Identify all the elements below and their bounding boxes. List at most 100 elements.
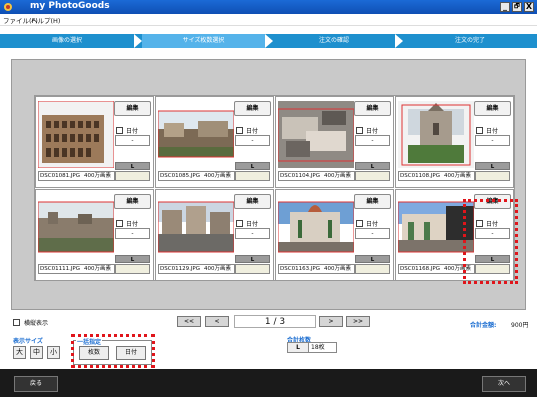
date-checkbox[interactable] xyxy=(116,220,123,227)
edit-button[interactable]: 編集 xyxy=(114,101,151,116)
print-size-badge: L xyxy=(475,255,510,263)
step-complete: 注文の完了 xyxy=(454,37,485,44)
size-medium-button[interactable]: 中 xyxy=(30,346,43,359)
date-label: 日付 xyxy=(366,221,379,228)
date-dropdown[interactable]: - xyxy=(475,135,510,146)
date-checkbox[interactable] xyxy=(476,220,483,227)
date-dropdown[interactable]: - xyxy=(355,228,390,239)
next-page-button[interactable]: > xyxy=(319,316,343,327)
date-checkbox[interactable] xyxy=(236,127,243,134)
progress-steps: 画像の選択 サイズ枚数選択 注文の確認 注文の完了 xyxy=(0,34,537,48)
total-price-value: 900円 xyxy=(511,322,529,329)
resolution-field: 400万画素 xyxy=(321,171,355,181)
photo-thumbnail[interactable] xyxy=(38,194,114,261)
step-select-images: 画像の選択 xyxy=(51,37,82,44)
print-size-badge: L xyxy=(235,255,270,263)
total-price-label: 合計金額: xyxy=(470,322,497,329)
resolution-field: 400万画素 xyxy=(441,171,475,181)
resolution-field: 400万画素 xyxy=(201,171,235,181)
photo-thumbnail[interactable] xyxy=(38,101,114,168)
step-select-size: サイズ枚数選択 xyxy=(142,34,265,48)
close-button[interactable]: X xyxy=(524,2,534,12)
minimize-button[interactable]: _ xyxy=(500,2,510,12)
photo-thumbnail[interactable] xyxy=(158,194,234,261)
size-large-button[interactable]: 大 xyxy=(13,346,26,359)
date-dropdown[interactable]: - xyxy=(115,228,150,239)
date-checkbox[interactable] xyxy=(116,127,123,134)
date-label: 日付 xyxy=(486,128,499,135)
quantity-field[interactable] xyxy=(475,264,510,274)
edit-button[interactable]: 編集 xyxy=(354,101,391,116)
date-label: 日付 xyxy=(366,128,379,135)
date-dropdown[interactable]: - xyxy=(235,135,270,146)
resolution-field: 400万画素 xyxy=(201,264,235,274)
window-title: my PhotoGoods xyxy=(30,1,110,11)
date-checkbox[interactable] xyxy=(236,220,243,227)
photo-cell: 編集 日付 - L DSC01168.JPG 400万画素 xyxy=(395,189,514,281)
size-small-button[interactable]: 小 xyxy=(47,346,60,359)
photo-cell: 編集 日付 - L DSC01085.JPG 400万画素 xyxy=(155,96,274,188)
quantity-field[interactable] xyxy=(355,264,390,274)
edit-button[interactable]: 編集 xyxy=(234,194,271,209)
photo-grid: 編集 日付 - L DSC01081.JPG 400万画素 編集 日付 - L DSC01085.… xyxy=(34,95,515,281)
edit-button[interactable]: 編集 xyxy=(354,194,391,209)
date-label: 日付 xyxy=(126,221,139,228)
maximize-button[interactable]: 🗗 xyxy=(512,2,522,12)
date-checkbox[interactable] xyxy=(476,127,483,134)
menu-help[interactable]: ヘルプ(H) xyxy=(31,15,60,25)
date-checkbox[interactable] xyxy=(356,127,363,134)
date-label: 日付 xyxy=(126,128,139,135)
date-checkbox[interactable] xyxy=(356,220,363,227)
print-size-badge: L xyxy=(115,255,150,263)
step-confirm: 注文の確認 xyxy=(318,37,349,44)
next-button[interactable]: 次へ xyxy=(482,376,526,392)
quantity-field[interactable] xyxy=(475,171,510,181)
date-dropdown[interactable]: - xyxy=(115,135,150,146)
resolution-field: 400万画素 xyxy=(321,264,355,274)
edit-button[interactable]: 編集 xyxy=(114,194,151,209)
print-size-badge: L xyxy=(475,162,510,170)
photo-thumbnail[interactable] xyxy=(398,101,474,168)
step-separator xyxy=(134,34,142,48)
date-label: 日付 xyxy=(486,221,499,228)
bulk-count-button[interactable]: 枚数 xyxy=(79,346,109,360)
date-label: 日付 xyxy=(246,128,259,135)
print-size-badge: L xyxy=(115,162,150,170)
detail-view-checkbox[interactable] xyxy=(13,319,20,326)
edit-button[interactable]: 編集 xyxy=(474,194,511,209)
prev-page-button[interactable]: < xyxy=(205,316,229,327)
resolution-field: 400万画素 xyxy=(81,264,115,274)
edit-button[interactable]: 編集 xyxy=(234,101,271,116)
last-page-button[interactable]: >> xyxy=(346,316,370,327)
first-page-button[interactable]: << xyxy=(177,316,201,327)
print-size-badge: L xyxy=(355,162,390,170)
print-size-badge: L xyxy=(235,162,270,170)
date-dropdown[interactable]: - xyxy=(475,228,510,239)
resolution-field: 400万画素 xyxy=(441,264,475,274)
detail-view-label: 横縦表示 xyxy=(24,320,49,327)
total-count-size: L xyxy=(288,343,309,352)
date-label: 日付 xyxy=(246,221,259,228)
date-dropdown[interactable]: - xyxy=(355,135,390,146)
footer-bar: 戻る 次へ xyxy=(0,369,537,397)
edit-button[interactable]: 編集 xyxy=(474,101,511,116)
photo-thumbnail[interactable] xyxy=(278,194,354,261)
photo-thumbnail[interactable] xyxy=(158,101,234,168)
photo-thumbnail[interactable] xyxy=(278,101,354,168)
back-button[interactable]: 戻る xyxy=(14,376,58,392)
quantity-field[interactable] xyxy=(235,264,270,274)
bulk-setting-label: 一括指定 xyxy=(76,337,103,346)
date-dropdown[interactable]: - xyxy=(235,228,270,239)
quantity-field[interactable] xyxy=(355,171,390,181)
photo-cell: 編集 日付 - L DSC01129.JPG 400万画素 xyxy=(155,189,274,281)
quantity-field[interactable] xyxy=(235,171,270,181)
bulk-date-button[interactable]: 日付 xyxy=(116,346,146,360)
total-count-value: 18枚 xyxy=(311,344,325,351)
detail-view-toggle[interactable]: 横縦表示 xyxy=(13,318,48,327)
title-bar: my PhotoGoods _ 🗗 X xyxy=(0,0,537,14)
quantity-field[interactable] xyxy=(115,171,150,181)
photo-cell: 編集 日付 - L DSC01081.JPG 400万画素 xyxy=(35,96,154,188)
quantity-field[interactable] xyxy=(115,264,150,274)
display-size-label: 表示サイズ xyxy=(13,338,43,345)
photo-thumbnail[interactable] xyxy=(398,194,474,261)
